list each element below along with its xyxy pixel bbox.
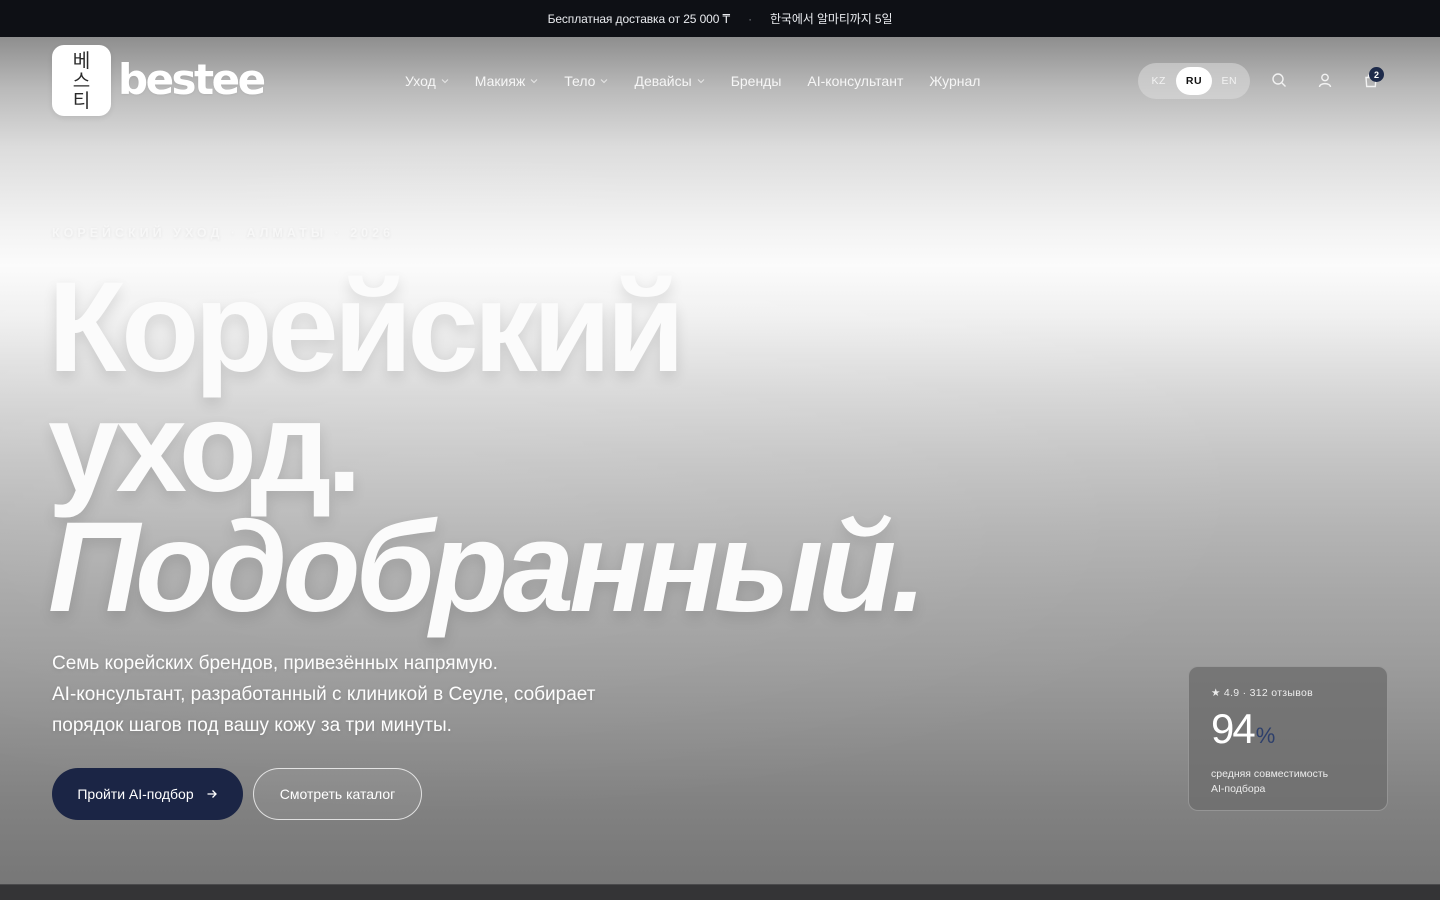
announcement-delivery-time: 한국에서 알마티까지 5일 <box>769 12 893 26</box>
view-catalog-button-label: Смотреть каталог <box>279 786 396 802</box>
nav-item-journal[interactable]: Журнал <box>929 73 980 89</box>
logo-wordmark[interactable]: bestee <box>118 56 266 104</box>
cart-count-badge: 2 <box>1369 67 1384 82</box>
headline-line-italic: Подобранный. <box>48 496 927 639</box>
logo-mark[interactable]: 베 스 티 <box>52 45 111 116</box>
logo-mark-syllable: 스 <box>72 69 91 92</box>
nav-item-label: Журнал <box>929 73 981 89</box>
search-icon[interactable] <box>1269 70 1289 90</box>
chevron-down-icon <box>441 79 449 84</box>
nav-item-body[interactable]: Тело <box>564 73 608 89</box>
lang-option-en[interactable]: EN <box>1212 67 1247 95</box>
nav-item-label: Тело <box>564 73 596 89</box>
logo-mark-syllable: 베 <box>72 49 91 72</box>
nav-item-label: Девайсы <box>634 73 692 89</box>
subtitle-line: порядок шагов под вашу кожу за три минут… <box>52 715 452 736</box>
rating-summary: ★ 4.9 · 312 отзывов <box>1211 687 1314 699</box>
announcement-bar: Бесплатная доставка от 25 000 ₸ · 한국에서 알… <box>0 0 1440 37</box>
language-switcher: KZ RU EN <box>1138 63 1250 99</box>
compatibility-caption: средняя совместимость AI-подбора <box>1211 767 1365 797</box>
headline-line: уход. <box>48 376 362 519</box>
ai-match-button[interactable]: Пройти AI-подбор <box>52 768 243 820</box>
headline-line: Корейский <box>48 256 685 399</box>
user-icon[interactable] <box>1315 70 1335 90</box>
view-catalog-button[interactable]: Смотреть каталог <box>253 768 422 820</box>
chevron-down-icon <box>601 79 608 84</box>
ai-match-button-label: Пройти AI-подбор <box>77 786 194 802</box>
nav-item-label: Бренды <box>730 73 782 89</box>
percent-sign: % <box>1255 723 1276 748</box>
nav-item-brands[interactable]: Бренды <box>731 73 782 89</box>
hero-headline: Корейский уход. Подобранный. <box>48 256 948 639</box>
hero-subtitle: Семь корейских брендов, привезённых напр… <box>52 648 692 741</box>
hero-eyebrow: Корейский уход · Алматы · 2026 <box>52 226 395 240</box>
announcement-shipping: Бесплатная доставка от 25 000 ₸ <box>547 11 731 26</box>
lang-option-kz[interactable]: KZ <box>1141 67 1176 95</box>
nav-item-label: AI-консультант <box>807 73 904 89</box>
nav-item-devices[interactable]: Девайсы <box>634 73 705 89</box>
nav-item-care[interactable]: Уход <box>405 73 449 89</box>
compatibility-stats-card: ★ 4.9 · 312 отзывов 94% средняя совмести… <box>1188 666 1388 811</box>
compatibility-number: 94 <box>1211 705 1256 752</box>
subtitle-line: AI-консультант, разработанный с клиникой… <box>52 684 596 705</box>
main-nav: Уход Макияж Тело Девайсы Бренды AI-консу… <box>405 70 980 92</box>
arrow-right-icon <box>207 790 217 798</box>
nav-item-label: Макияж <box>474 73 526 89</box>
nav-item-label: Уход <box>405 73 436 89</box>
section-divider <box>0 884 1440 900</box>
nav-item-ai-consultant[interactable]: AI-консультант <box>807 73 903 89</box>
chevron-down-icon <box>530 79 538 84</box>
caption-line: средняя совместимость <box>1211 768 1329 780</box>
chevron-down-icon <box>697 79 705 84</box>
caption-line: AI-подбора <box>1211 783 1266 795</box>
lang-option-ru[interactable]: RU <box>1176 67 1212 95</box>
logo-mark-syllable: 티 <box>72 89 91 112</box>
nav-item-makeup[interactable]: Макияж <box>475 73 539 89</box>
announcement-separator: · <box>748 11 752 26</box>
compatibility-value: 94% <box>1211 708 1365 757</box>
subtitle-line: Семь корейских брендов, привезённых напр… <box>52 653 498 674</box>
